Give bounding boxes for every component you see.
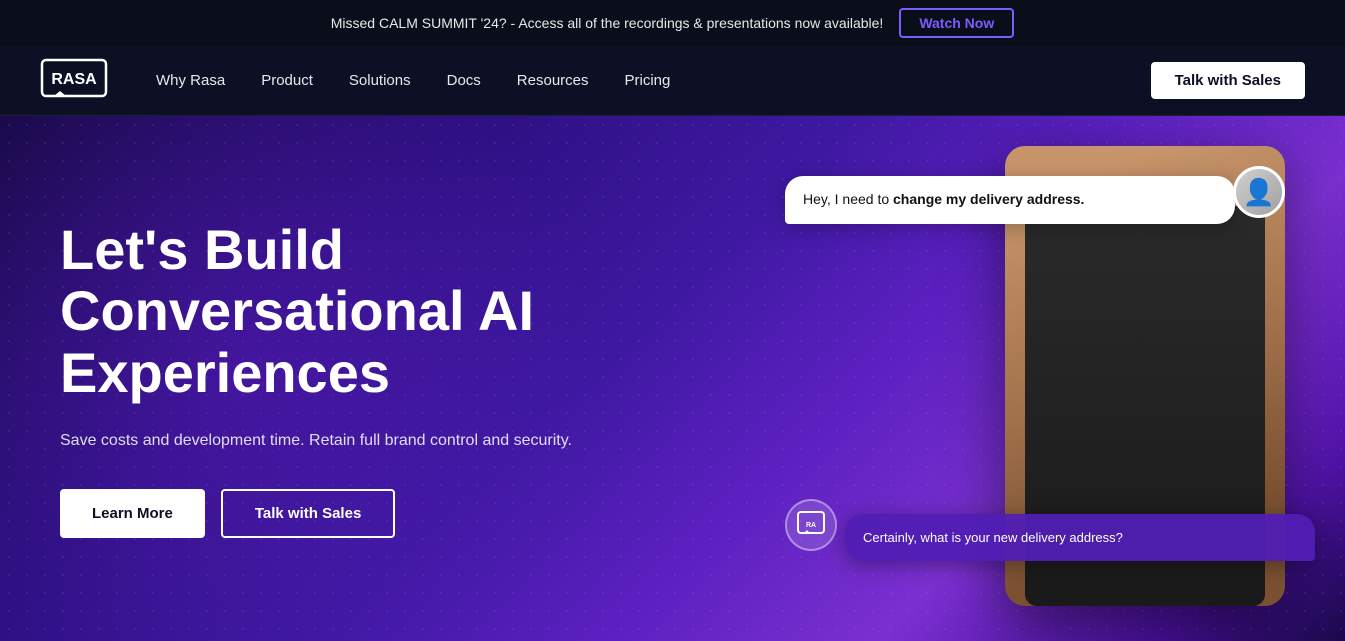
svg-text:RASA: RASA (51, 71, 97, 88)
nav-link-docs[interactable]: Docs (447, 72, 481, 89)
nav-item-resources[interactable]: Resources (517, 72, 589, 90)
nav-link-pricing[interactable]: Pricing (625, 72, 671, 89)
nav-link-why-rasa[interactable]: Why Rasa (156, 72, 225, 89)
main-nav: RASA Why Rasa Product Solutions Docs Res… (0, 46, 1345, 116)
nav-item-docs[interactable]: Docs (447, 72, 481, 90)
nav-links-list: Why Rasa Product Solutions Docs Resource… (156, 72, 1151, 90)
nav-item-solutions[interactable]: Solutions (349, 72, 411, 90)
rasa-logo-svg: RASA (40, 58, 108, 98)
learn-more-button[interactable]: Learn More (60, 489, 205, 538)
watch-now-button[interactable]: Watch Now (899, 8, 1014, 38)
hero-talk-sales-button[interactable]: Talk with Sales (221, 489, 395, 538)
nav-link-solutions[interactable]: Solutions (349, 72, 411, 89)
hero-title: Let's Build Conversational AI Experience… (60, 219, 620, 404)
hero-visual: Hey, I need to change my delivery addres… (745, 116, 1345, 641)
hero-section: Let's Build Conversational AI Experience… (0, 116, 1345, 641)
nav-item-product[interactable]: Product (261, 72, 313, 90)
bot-message: Certainly, what is your new delivery add… (863, 530, 1123, 545)
svg-text:RA: RA (806, 522, 816, 529)
banner-text: Missed CALM SUMMIT '24? - Access all of … (331, 15, 884, 31)
nav-logo[interactable]: RASA (40, 58, 108, 103)
hero-buttons: Learn More Talk with Sales (60, 489, 620, 538)
nav-item-why-rasa[interactable]: Why Rasa (156, 72, 225, 90)
nav-item-pricing[interactable]: Pricing (625, 72, 671, 90)
avatar-icon: 👤 (1243, 177, 1275, 208)
nav-talk-sales-button[interactable]: Talk with Sales (1151, 62, 1305, 99)
hero-content: Let's Build Conversational AI Experience… (0, 159, 680, 598)
user-chat-bubble: Hey, I need to change my delivery addres… (785, 176, 1235, 224)
hero-subtitle: Save costs and development time. Retain … (60, 428, 620, 454)
nav-link-product[interactable]: Product (261, 72, 313, 89)
rasa-mini-logo-svg: RA (796, 510, 826, 540)
bot-chat-bubble: Certainly, what is your new delivery add… (845, 514, 1315, 562)
rasa-bot-avatar: RA (785, 499, 837, 551)
user-message-prefix: Hey, I need to (803, 191, 893, 207)
user-avatar: 👤 (1233, 166, 1285, 218)
nav-link-resources[interactable]: Resources (517, 72, 589, 89)
user-message-bold: change my delivery address. (893, 191, 1084, 207)
announcement-banner: Missed CALM SUMMIT '24? - Access all of … (0, 0, 1345, 46)
